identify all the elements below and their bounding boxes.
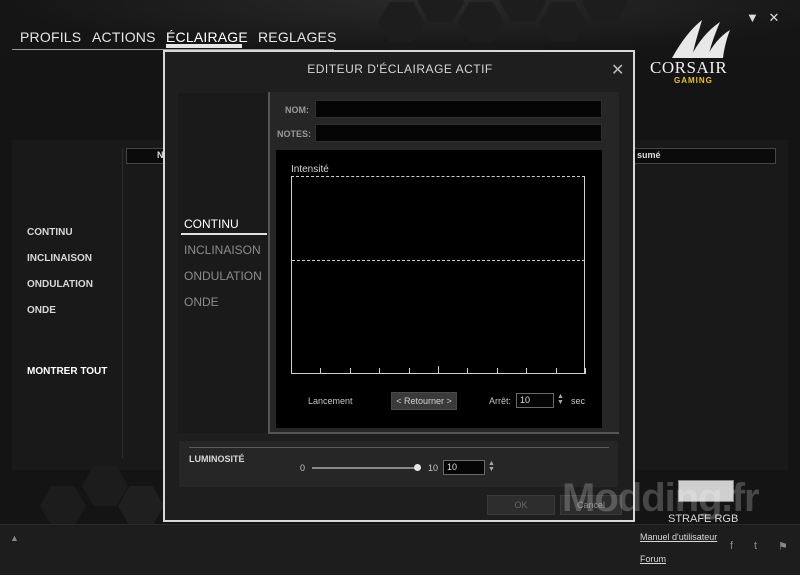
bg-effect-inclinaison[interactable]: INCLINAISON [27, 253, 92, 264]
tab-eclairage[interactable]: ÉCLAIRAGE [166, 29, 248, 45]
bg-effect-onde[interactable]: ONDE [27, 305, 56, 316]
user-manual-link[interactable]: Manuel d'utilisateur [640, 532, 717, 542]
graph-title: Intensité [291, 164, 329, 175]
graph-tick [497, 368, 498, 374]
notes-field[interactable] [315, 124, 602, 142]
notes-label: NOTES: [277, 129, 312, 139]
watermark: Modding.fr [562, 476, 760, 520]
name-label: NOM: [285, 105, 309, 115]
effect-inclinaison[interactable]: INCLINAISON [184, 243, 261, 257]
graph-tick [379, 368, 380, 374]
graph-tick [320, 368, 321, 374]
active-tab-indicator [166, 44, 242, 48]
effect-ondulation[interactable]: ONDULATION [184, 269, 262, 283]
active-effect-indicator [181, 233, 267, 235]
hex-decoration [458, 2, 504, 42]
logo-tagline: GAMING [674, 76, 713, 85]
graph-tick [409, 368, 410, 374]
brightness-input[interactable]: 10 [443, 460, 485, 475]
ok-button[interactable]: OK [487, 495, 555, 515]
brightness-stepper[interactable]: ▲ ▼ [488, 460, 495, 473]
minimize-button[interactable]: ▼ [746, 11, 759, 24]
bg-column-header-right: sumé [632, 148, 776, 164]
graph-tick [556, 368, 557, 374]
effect-onde[interactable]: ONDE [184, 295, 219, 309]
graph-tick [467, 368, 468, 374]
tab-actions[interactable]: ACTIONS [92, 29, 156, 45]
effect-list-panel [178, 93, 268, 433]
background-divider [122, 148, 123, 458]
graph-tick [438, 366, 439, 374]
hex-decoration [378, 2, 424, 42]
graph-midline [292, 260, 585, 261]
hex-decoration [500, 0, 546, 22]
reverse-button[interactable]: < Retourner > [391, 392, 457, 410]
hex-decoration [582, 0, 628, 22]
bg-column-header-right-text: sumé [637, 150, 661, 160]
launch-label: Lancement [308, 396, 353, 406]
brightness-max: 10 [428, 463, 439, 473]
stop-duration-input[interactable]: 10 [516, 393, 554, 408]
stop-label: Arrêt: [489, 396, 512, 406]
brightness-label: LUMINOSITÉ [189, 454, 245, 464]
intensity-graph[interactable] [291, 176, 585, 374]
show-all-button[interactable]: MONTRER TOUT [27, 366, 107, 377]
corsair-small-icon[interactable]: ⚑ [778, 540, 788, 553]
tab-profils[interactable]: PROFILS [20, 29, 81, 45]
name-field[interactable] [315, 100, 602, 118]
graph-tick [585, 368, 586, 374]
dialog-close-button[interactable]: ✕ [611, 60, 624, 80]
dialog-title: EDITEUR D'ÉCLAIRAGE ACTIF [307, 62, 493, 76]
bg-effect-ondulation[interactable]: ONDULATION [27, 279, 93, 290]
hex-decoration [540, 2, 586, 42]
effect-continu[interactable]: CONTINU [184, 217, 239, 231]
brightness-slider-track[interactable] [312, 467, 418, 469]
graph-tick [350, 368, 351, 374]
stop-unit: sec [571, 396, 586, 406]
close-app-button[interactable]: ✕ [768, 11, 780, 24]
forum-link[interactable]: Forum [640, 554, 666, 564]
collapse-arrow-icon[interactable]: ▲ [10, 533, 19, 543]
bg-effect-continu[interactable]: CONTINU [27, 227, 73, 238]
brightness-divider [189, 447, 609, 448]
graph-tick [291, 368, 292, 374]
brightness-min: 0 [300, 463, 306, 473]
twitter-icon[interactable]: t [754, 540, 757, 552]
facebook-icon[interactable]: f [730, 540, 733, 552]
graph-tick [526, 368, 527, 374]
stop-duration-stepper[interactable]: ▲ ▼ [557, 393, 564, 406]
hex-decoration [118, 486, 164, 526]
hex-decoration [40, 486, 86, 526]
bg-column-header-left: N [126, 148, 166, 164]
hex-decoration [418, 0, 464, 22]
brightness-slider-thumb[interactable] [414, 464, 421, 471]
corsair-sails-icon [672, 20, 730, 58]
hex-decoration [82, 466, 128, 506]
tab-reglages[interactable]: REGLAGES [258, 29, 337, 45]
